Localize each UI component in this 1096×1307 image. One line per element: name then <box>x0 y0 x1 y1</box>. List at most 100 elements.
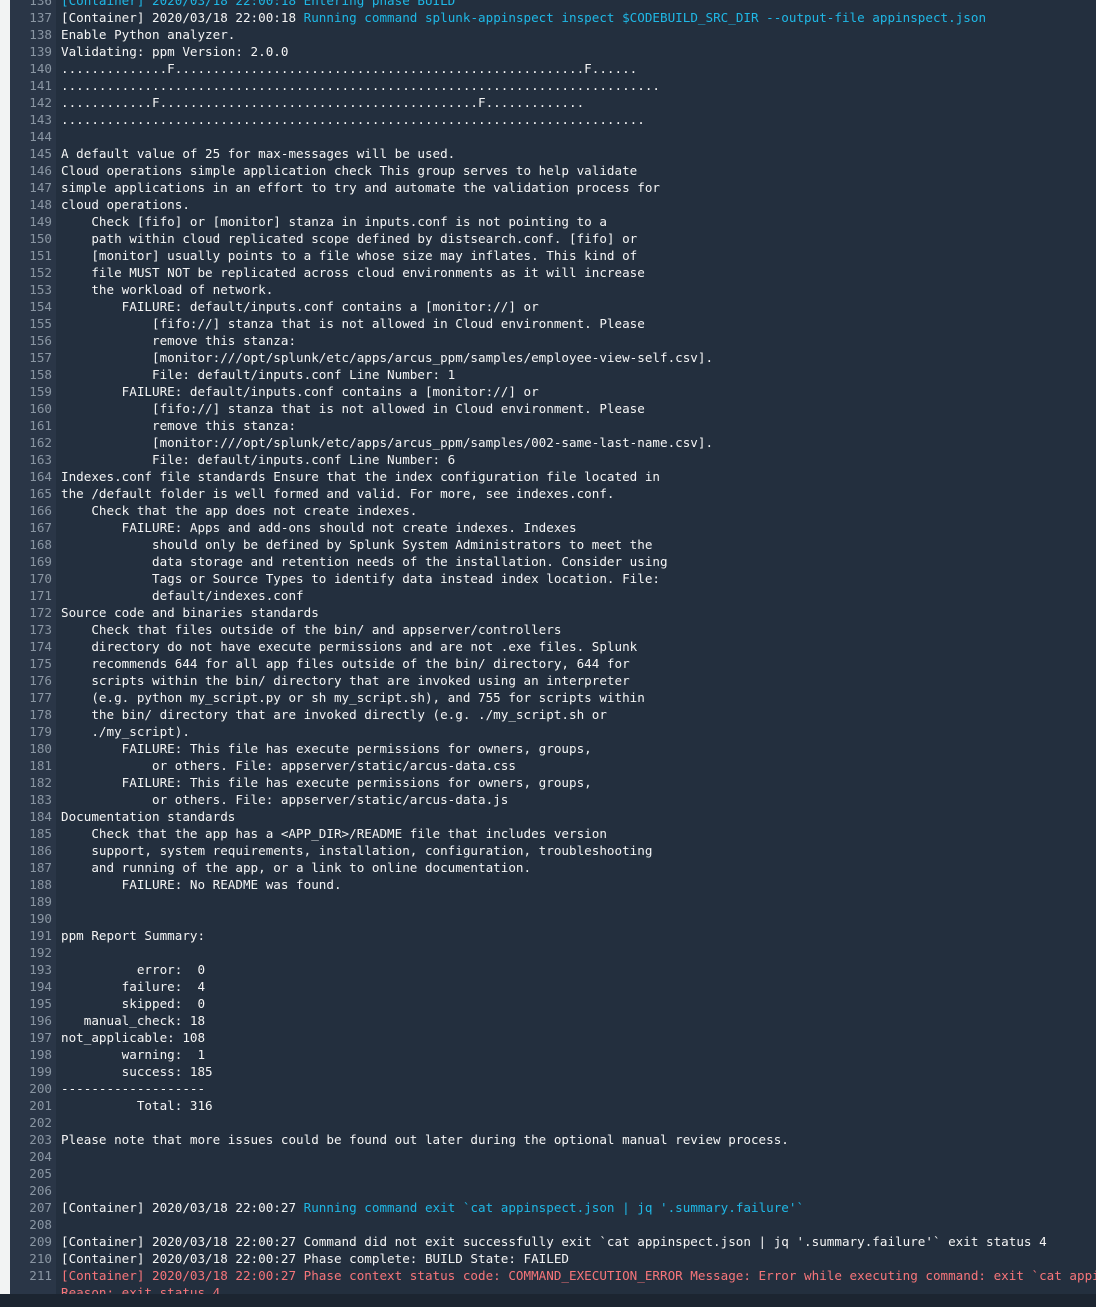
log-line: 142 ............F........................… <box>10 94 1096 111</box>
log-line: 171 default/indexes.conf <box>10 587 1096 604</box>
log-line: 198 warning: 1 <box>10 1046 1096 1063</box>
log-line: 188 FAILURE: No README was found. <box>10 876 1096 893</box>
log-text: default/indexes.conf <box>61 588 304 603</box>
log-text: scripts within the bin/ directory that a… <box>61 673 630 688</box>
log-text: the /default folder is well formed and v… <box>61 486 615 501</box>
log-line: 175 recommends 644 for all app files out… <box>10 655 1096 672</box>
log-text: warning: 1 <box>61 1047 206 1062</box>
line-number: 210 <box>29 1251 52 1266</box>
log-text: error: 0 <box>61 962 206 977</box>
line-number: 150 <box>29 231 52 246</box>
line-number: 184 <box>29 809 52 824</box>
log-text: [fifo://] stanza that is not allowed in … <box>61 401 645 416</box>
log-text: Cloud operations simple application chec… <box>61 163 638 178</box>
line-number: 156 <box>29 333 52 348</box>
log-command: [Container] 2020/03/18 22:00:18 Entering… <box>61 0 456 8</box>
line-number: 193 <box>29 962 52 977</box>
line-number: 200 <box>29 1081 52 1096</box>
log-prefix: [Container] 2020/03/18 22:00:27 <box>61 1200 304 1215</box>
log-text: Check that the app has a <APP_DIR>/READM… <box>61 826 607 841</box>
line-number: 206 <box>29 1183 52 1198</box>
log-text: Source code and binaries standards <box>61 605 319 620</box>
log-line: 145 A default value of 25 for max-message… <box>10 145 1096 162</box>
log-text: FAILURE: default/inputs.conf contains a … <box>61 299 539 314</box>
log-line: 141.....................................… <box>10 77 1096 94</box>
log-line: 209 [Container] 2020/03/18 22:00:27 Comma… <box>10 1233 1096 1250</box>
log-text: FAILURE: No README was found. <box>61 877 342 892</box>
log-text: Validating: ppm Version: 2.0.0 <box>61 44 289 59</box>
log-line: 163 File: default/inputs.conf Line Numbe… <box>10 451 1096 468</box>
line-number: 143 <box>29 112 52 127</box>
line-number: 179 <box>29 724 52 739</box>
line-number: 137 <box>29 10 52 25</box>
log-line: 206 <box>10 1182 1096 1199</box>
log-line: 166 Check that the app does not create i… <box>10 502 1096 519</box>
log-text: not_applicable: 108 <box>61 1030 206 1045</box>
line-number: 142 <box>29 95 52 110</box>
log-line: 150 path within cloud replicated scope d… <box>10 230 1096 247</box>
log-text: should only be defined by Splunk System … <box>61 537 653 552</box>
log-text: recommends 644 for all app files outside… <box>61 656 630 671</box>
log-line: 179 ./my_script). <box>10 723 1096 740</box>
log-line: 161 remove this stanza: <box>10 417 1096 434</box>
log-line: 194 failure: 4 <box>10 978 1096 995</box>
line-number: 144 <box>29 129 52 144</box>
log-text: simple applications in an effort to try … <box>61 180 660 195</box>
log-line: 148 cloud operations. <box>10 196 1096 213</box>
line-number: 187 <box>29 860 52 875</box>
line-number: 178 <box>29 707 52 722</box>
log-line: Reason: exit status 4 <box>10 1284 1096 1294</box>
line-number: 173 <box>29 622 52 637</box>
line-number: 141 <box>29 78 52 93</box>
log-text: [Container] 2020/03/18 22:00:27 Phase co… <box>61 1251 569 1266</box>
line-number: 190 <box>29 911 52 926</box>
horizontal-scrollbar[interactable] <box>0 1294 1096 1307</box>
log-text: [Container] 2020/03/18 22:00:27 Phase co… <box>61 1268 1096 1283</box>
line-number: 155 <box>29 316 52 331</box>
line-number: 207 <box>29 1200 52 1215</box>
log-line: 160 [fifo://] stanza that is not allowed… <box>10 400 1096 417</box>
line-number: 192 <box>29 945 52 960</box>
line-number: 198 <box>29 1047 52 1062</box>
line-number: 205 <box>29 1166 52 1181</box>
line-number: 140 <box>29 61 52 76</box>
line-number <box>10 1284 61 1294</box>
log-text: ............F...........................… <box>61 95 585 110</box>
line-number: 161 <box>29 418 52 433</box>
line-number: 203 <box>29 1132 52 1147</box>
log-text: manual_check: 18 <box>61 1013 206 1028</box>
log-text: [fifo://] stanza that is not allowed in … <box>61 316 645 331</box>
line-number: 171 <box>29 588 52 603</box>
line-number: 174 <box>29 639 52 654</box>
log-text: path within cloud replicated scope defin… <box>61 231 638 246</box>
log-text: or others. File: appserver/static/arcus-… <box>61 758 516 773</box>
line-number: 189 <box>29 894 52 909</box>
log-line: 211 [Container] 2020/03/18 22:00:27 Phase… <box>10 1267 1096 1284</box>
log-line: 140 ..............F......................… <box>10 60 1096 77</box>
log-text: ........................................… <box>61 78 660 93</box>
line-number: 188 <box>29 877 52 892</box>
log-line: 195 skipped: 0 <box>10 995 1096 1012</box>
log-line: 187 and running of the app, or a link to… <box>10 859 1096 876</box>
log-line: 196 manual_check: 18 <box>10 1012 1096 1029</box>
log-text: the workload of network. <box>61 282 274 297</box>
log-text: Documentation standards <box>61 809 236 824</box>
log-text: remove this stanza: <box>61 333 297 348</box>
log-text: success: 185 <box>61 1064 213 1079</box>
line-number: 159 <box>29 384 52 399</box>
log-line: 149 Check [fifo] or [monitor] stanza in … <box>10 213 1096 230</box>
line-number: 147 <box>29 180 52 195</box>
log-text: A default value of 25 for max-messages w… <box>61 146 456 161</box>
build-log-panel[interactable]: 136 [Container] 2020/03/18 22:00:18 Enter… <box>10 0 1096 1294</box>
log-text: [Container] 2020/03/18 22:00:18 Running … <box>61 9 986 26</box>
line-number: 163 <box>29 452 52 467</box>
line-number: 153 <box>29 282 52 297</box>
log-text: Reason: exit status 4 <box>61 1285 221 1294</box>
line-number: 152 <box>29 265 52 280</box>
line-number: 157 <box>29 350 52 365</box>
log-line: 169 data storage and retention needs of … <box>10 553 1096 570</box>
log-text: ------------------- <box>61 1081 206 1096</box>
line-number: 195 <box>29 996 52 1011</box>
log-text: FAILURE: This file has execute permissio… <box>61 775 592 790</box>
line-number: 154 <box>29 299 52 314</box>
